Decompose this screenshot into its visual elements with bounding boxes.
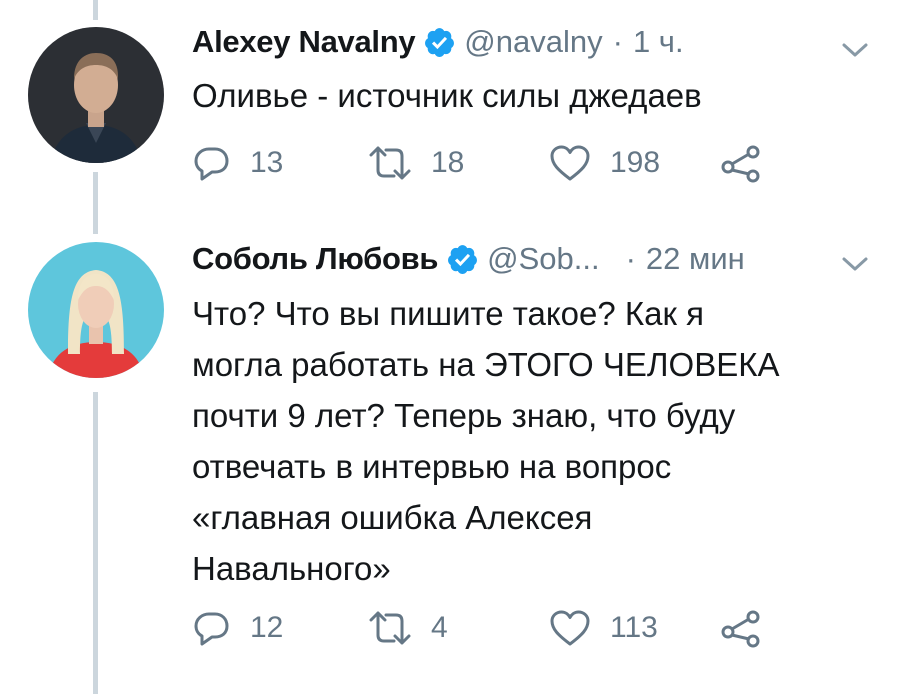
like-button[interactable]: 198: [548, 143, 660, 183]
thread-line-middle: [93, 172, 98, 234]
tweet-text-line: могла работать на ЭТОГО ЧЕЛОВЕКА: [192, 346, 780, 383]
like-button[interactable]: 113: [548, 608, 658, 648]
reply-count: 13: [250, 146, 284, 179]
thread-line-top: [93, 0, 98, 20]
retweet-icon: [369, 146, 411, 180]
reply-count: 12: [250, 611, 284, 644]
like-count: 113: [610, 611, 658, 644]
tweet-text-line: Оливье - источник силы джедаев: [192, 77, 702, 114]
reply-button[interactable]: 13: [192, 143, 283, 183]
avatar-navalny[interactable]: [28, 27, 164, 163]
avatar-sobol[interactable]: [28, 242, 164, 378]
tweet-text: Что? Что вы пишите такое? Как я могла ра…: [192, 288, 872, 594]
timestamp[interactable]: 1 ч.: [633, 24, 684, 60]
share-icon: [721, 610, 760, 648]
separator-dot: ·: [612, 24, 623, 59]
share-icon: [721, 145, 760, 183]
heart-icon: [550, 145, 590, 181]
heart-icon: [550, 610, 590, 646]
avatar-navalny-image: [28, 27, 164, 163]
share-button[interactable]: [720, 608, 762, 648]
verified-badge-icon: [423, 26, 456, 59]
avatar-sobol-image: [28, 242, 164, 378]
retweet-count: 4: [431, 611, 448, 644]
reply-icon: [194, 612, 229, 646]
share-button[interactable]: [720, 143, 762, 183]
tweet-text-line: отвечать в интервью на вопрос: [192, 448, 672, 485]
timestamp[interactable]: 22 мин: [646, 241, 745, 277]
tweet-header: Alexey Navalny @navalny · 1 ч.: [192, 24, 684, 60]
retweet-button[interactable]: 4: [367, 608, 448, 648]
author-handle[interactable]: @Sob...: [487, 241, 599, 277]
thread-line-bottom: [93, 392, 98, 694]
chevron-down-icon[interactable]: [840, 254, 870, 274]
tweet-actions: 13 18 198: [192, 143, 792, 183]
verified-badge-icon: [446, 243, 479, 276]
retweet-icon: [369, 611, 411, 645]
tweet-text-line: Навального»: [192, 550, 391, 587]
retweet-count: 18: [431, 146, 465, 179]
chevron-down-icon[interactable]: [840, 40, 870, 60]
tweet-actions: 12 4 113: [192, 608, 792, 648]
tweet-text-line: почти 9 лет? Теперь знаю, что буду: [192, 397, 736, 434]
separator-dot: ·: [625, 241, 636, 276]
like-count: 198: [610, 146, 661, 179]
tweet-text-line: «главная ошибка Алексея: [192, 499, 593, 536]
reply-icon: [194, 147, 229, 181]
tweet-text: Оливье - источник силы джедаев: [192, 70, 872, 121]
reply-button[interactable]: 12: [192, 608, 283, 648]
author-name[interactable]: Alexey Navalny: [192, 24, 416, 60]
author-name[interactable]: Соболь Любовь: [192, 241, 438, 277]
author-handle[interactable]: @navalny: [464, 24, 602, 60]
tweet-text-line: Что? Что вы пишите такое? Как я: [192, 295, 704, 332]
tweet-header: Соболь Любовь @Sob... · 22 мин: [192, 241, 745, 277]
retweet-button[interactable]: 18: [367, 143, 464, 183]
